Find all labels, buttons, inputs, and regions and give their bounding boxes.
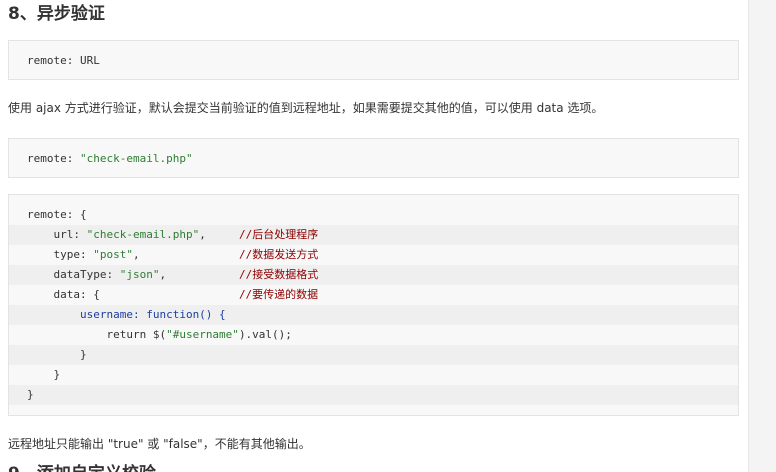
code-line: remote: { <box>27 208 87 221</box>
code-line: data: { //要传递的数据 <box>27 288 319 301</box>
article-content: 8、异步验证 remote: URL 使用 ajax 方式进行验证，默认会提交当… <box>0 0 748 472</box>
code-string: "check-email.php" <box>79 152 193 165</box>
code-line: } <box>9 345 738 365</box>
code-line: } <box>27 368 61 381</box>
code-line: username: function() { <box>9 305 738 325</box>
code-line: remote: "check-email.php" <box>27 152 193 165</box>
code-line: type: "post", //数据发送方式 <box>27 248 319 261</box>
page-gutter <box>748 0 776 472</box>
code-line: remote: URL <box>27 54 100 67</box>
code-key: remote: <box>27 152 80 165</box>
code-block-remote-url: remote: URL <box>8 40 739 80</box>
code-block-remote-options: remote: { url: "check-email.php", //后台处理… <box>8 194 739 416</box>
code-line: } <box>9 385 738 405</box>
code-line: return $("#username").val(); <box>27 328 292 341</box>
section-title: 8、异步验证 <box>8 4 105 24</box>
code-block-remote-php: remote: "check-email.php" <box>8 138 739 178</box>
code-line: dataType: "json", //接受数据格式 <box>9 265 738 285</box>
description-output: 远程地址只能输出 "true" 或 "false"，不能有其他输出。 <box>8 437 311 451</box>
next-section-title: 9、添加自定义校验 <box>8 462 156 472</box>
description-ajax: 使用 ajax 方式进行验证，默认会提交当前验证的值到远程地址，如果需要提交其他… <box>8 101 604 115</box>
code-line: url: "check-email.php", //后台处理程序 <box>9 225 738 245</box>
